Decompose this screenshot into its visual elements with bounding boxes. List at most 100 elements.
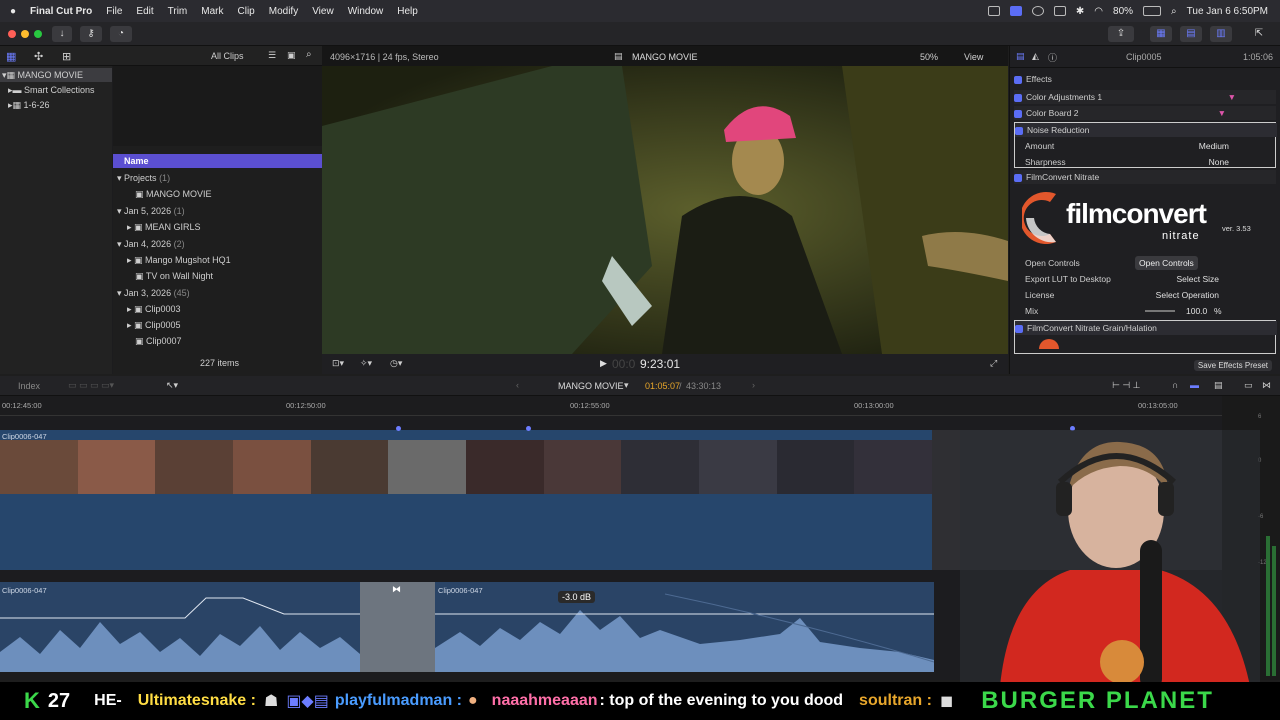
libraries-icon[interactable]: ▦: [6, 50, 16, 63]
list-group[interactable]: ▾ Projects (1): [117, 171, 170, 185]
effects-browser-icon[interactable]: ▭: [1244, 380, 1253, 391]
color-wheel-icon[interactable]: ▼: [1218, 106, 1226, 120]
transition-icon[interactable]: ⧓: [392, 584, 401, 595]
list-item[interactable]: ▣ MANGO MOVIE: [135, 187, 212, 201]
search-icon[interactable]: ⌕: [1171, 6, 1177, 17]
edit-tools-icon[interactable]: ▭ ▭ ▭ ▭▾: [68, 380, 114, 391]
list-group[interactable]: ▾ Jan 4, 2026 (2): [117, 237, 185, 251]
index-button[interactable]: Index: [18, 381, 40, 391]
skimming-icon[interactable]: ▬: [1190, 380, 1199, 390]
list-item[interactable]: ▣ TV on Wall Night: [135, 269, 213, 283]
photos-icon[interactable]: ✣: [34, 50, 43, 63]
effects-header[interactable]: Effects: [1014, 72, 1276, 86]
layout-browser-button[interactable]: ▦: [1150, 26, 1172, 42]
sidebar-item-smart-collections[interactable]: ▸▬ Smart Collections: [0, 83, 112, 97]
checkbox[interactable]: [1014, 93, 1022, 102]
clip-appearance-icon[interactable]: ▤: [1214, 380, 1223, 391]
menu-file[interactable]: File: [106, 6, 122, 17]
zoom-dropdown[interactable]: 50%: [920, 52, 938, 62]
open-controls-button[interactable]: Open Controls: [1135, 256, 1198, 270]
checkbox[interactable]: [1014, 173, 1022, 182]
marker[interactable]: [396, 426, 401, 431]
list-item[interactable]: ▸ ▣ Mango Mugshot HQ1: [127, 253, 231, 267]
control-center-icon[interactable]: [1009, 6, 1022, 16]
marker[interactable]: [526, 426, 531, 431]
list-group[interactable]: ▾ Jan 3, 2026 (45): [117, 286, 190, 300]
fullscreen-button[interactable]: ⇱: [1250, 26, 1268, 42]
export-size-popup[interactable]: Select Size: [1176, 272, 1219, 286]
zoom-icons[interactable]: ⊢ ⊣ ⊥: [1112, 380, 1141, 391]
screen-record-icon[interactable]: [987, 6, 1000, 16]
list-item[interactable]: ▸ ▣ Clip0005: [127, 318, 181, 332]
effect-color-board[interactable]: Color Board 2 ▼: [1014, 106, 1276, 120]
headphones-icon[interactable]: ∩: [1172, 380, 1178, 390]
list-item[interactable]: ▸ ▣ MEAN GIRLS: [127, 220, 201, 234]
layout-inspector-button[interactable]: ▥: [1210, 26, 1232, 42]
fullscreen-icon[interactable]: ⤢: [990, 358, 997, 369]
video-inspector-icon[interactable]: ▤: [1016, 51, 1025, 62]
sharpness-popup[interactable]: None: [1209, 155, 1229, 169]
display-icon[interactable]: [1053, 6, 1066, 16]
enhance-icon[interactable]: ✧▾: [360, 358, 372, 369]
timeline-project-name[interactable]: MANGO MOVIE: [558, 381, 624, 391]
checkbox[interactable]: [1015, 324, 1023, 333]
video-clip[interactable]: Clip0006-047: [0, 430, 933, 570]
apple-icon[interactable]: ●: [10, 6, 16, 17]
bluetooth-icon[interactable]: ✱: [1076, 6, 1084, 17]
checkbox[interactable]: [1014, 75, 1022, 84]
timecode-display[interactable]: 9:23:01: [640, 357, 680, 371]
menu-view[interactable]: View: [312, 6, 334, 17]
color-inspector-icon[interactable]: ◭: [1032, 51, 1039, 62]
titles-icon[interactable]: ⊞: [62, 50, 71, 63]
zoom-window-button[interactable]: [34, 30, 42, 38]
keywords-button[interactable]: ⚷: [80, 26, 102, 42]
menu-app-name[interactable]: Final Cut Pro: [30, 6, 92, 17]
audio-clip[interactable]: Clip0006-047 Clip0006-047 -3.0 dB: [0, 582, 934, 672]
play-button[interactable]: ▶: [600, 358, 607, 369]
play-icon[interactable]: [1031, 6, 1044, 16]
list-view-icon[interactable]: ☰: [268, 50, 276, 61]
checkbox[interactable]: [1014, 109, 1022, 118]
list-header[interactable]: Name: [113, 154, 322, 168]
checkbox[interactable]: [1015, 126, 1023, 135]
background-tasks-button[interactable]: ◔: [110, 26, 132, 42]
menu-window[interactable]: Window: [348, 6, 384, 17]
mix-slider[interactable]: [1145, 310, 1175, 312]
transitions-icon[interactable]: ⋈: [1262, 380, 1271, 391]
info-inspector-icon[interactable]: ⓘ: [1048, 51, 1057, 64]
share-button[interactable]: ⇪: [1108, 26, 1134, 42]
list-item[interactable]: ▣ Clip0007: [135, 334, 182, 348]
menu-mark[interactable]: Mark: [201, 6, 223, 17]
select-tool-icon[interactable]: ↖▾: [166, 380, 178, 391]
timeline-ruler[interactable]: 00:12:45:00 00:12:50:00 00:12:55:00 00:1…: [0, 396, 1222, 416]
view-dropdown[interactable]: View: [964, 52, 983, 62]
menu-trim[interactable]: Trim: [168, 6, 188, 17]
license-popup[interactable]: Select Operation: [1156, 288, 1219, 302]
import-button[interactable]: ↓: [52, 26, 72, 42]
color-wheel-icon[interactable]: ▼: [1228, 90, 1236, 104]
project-dropdown-icon[interactable]: ▾: [624, 380, 629, 391]
search-icon[interactable]: ⌕: [306, 49, 312, 60]
minimize-window-button[interactable]: [21, 30, 29, 38]
mix-value[interactable]: 100.0: [1186, 304, 1207, 318]
back-arrow-icon[interactable]: ‹: [516, 380, 519, 390]
forward-arrow-icon[interactable]: ›: [752, 380, 755, 390]
battery-icon[interactable]: [1143, 6, 1162, 16]
amount-popup[interactable]: Medium: [1199, 139, 1229, 153]
filmconvert-header[interactable]: FilmConvert Nitrate: [1014, 170, 1276, 184]
menu-clip[interactable]: Clip: [238, 6, 255, 17]
save-effects-preset-button[interactable]: Save Effects Preset: [1193, 360, 1272, 371]
noise-reduction-header[interactable]: Noise Reduction: [1015, 123, 1277, 137]
menu-modify[interactable]: Modify: [269, 6, 298, 17]
grain-header[interactable]: FilmConvert Nitrate Grain/Halation: [1015, 321, 1277, 335]
filmstrip-view-icon[interactable]: ▣: [287, 50, 296, 61]
close-window-button[interactable]: [8, 30, 16, 38]
sidebar-item-event[interactable]: ▸▦ 1-6-26: [0, 98, 112, 112]
list-item[interactable]: ▸ ▣ Clip0003: [127, 302, 181, 316]
layout-timeline-button[interactable]: ▤: [1180, 26, 1202, 42]
library-item[interactable]: ▾▦ MANGO MOVIE: [0, 68, 112, 82]
transform-icon[interactable]: ⊡▾: [332, 358, 344, 369]
menu-edit[interactable]: Edit: [136, 6, 153, 17]
menu-help[interactable]: Help: [397, 6, 418, 17]
effect-color-adjustments[interactable]: Color Adjustments 1 ▼: [1014, 90, 1276, 104]
